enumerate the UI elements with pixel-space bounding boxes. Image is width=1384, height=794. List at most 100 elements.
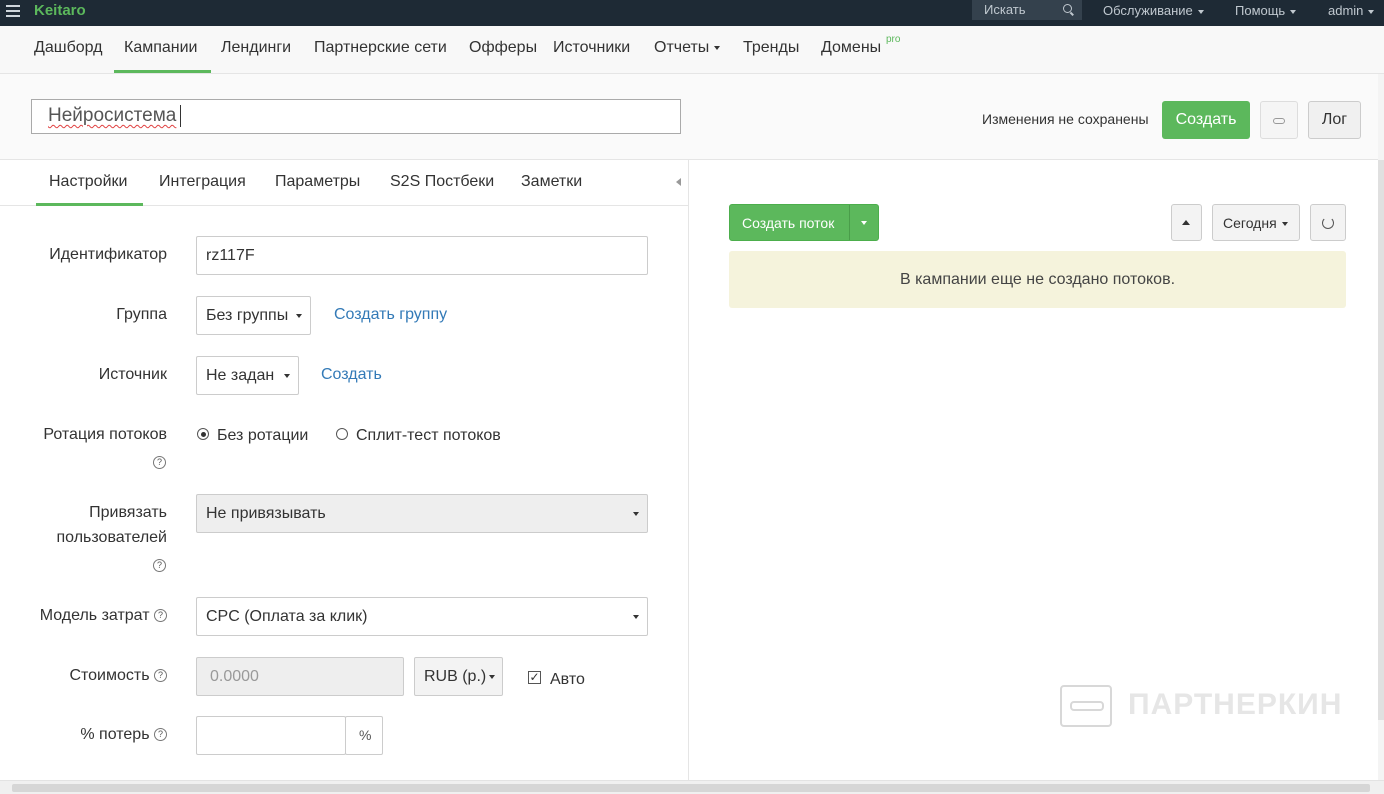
- horizontal-scrollbar-thumb[interactable]: [12, 784, 1370, 792]
- create-source-link[interactable]: Создать: [321, 366, 382, 384]
- bind-users-value: Не привязывать: [206, 505, 326, 522]
- nav-campaigns[interactable]: Кампании: [124, 39, 198, 57]
- menu-user-label: admin: [1328, 3, 1364, 18]
- create-flow-button[interactable]: Создать поток: [729, 204, 879, 241]
- rotation-split-radio[interactable]: [336, 428, 348, 440]
- create-campaign-button[interactable]: Создать: [1162, 101, 1250, 139]
- bind-users-select[interactable]: Не привязывать: [196, 494, 648, 533]
- create-flow-divider: [849, 205, 850, 240]
- menu-maintenance[interactable]: Обслуживание: [1103, 3, 1204, 18]
- bind-users-label-2: пользователей: [56, 529, 168, 546]
- menu-user[interactable]: admin: [1328, 3, 1375, 18]
- tab-integration[interactable]: Интеграция: [159, 173, 246, 191]
- campaign-name-input[interactable]: Нейросистема: [31, 99, 681, 134]
- cost-input[interactable]: 0.0000: [196, 657, 404, 696]
- watermark-text: ПАРТНЕРКИН: [1128, 688, 1343, 721]
- nav-sources[interactable]: Источники: [553, 39, 630, 57]
- loss-label: % потерь ?: [80, 726, 167, 744]
- cost-label-text: Стоимость: [69, 667, 150, 684]
- rotation-help-icon[interactable]: ?: [153, 456, 166, 469]
- vertical-scrollbar-thumb[interactable]: [1378, 160, 1384, 720]
- nav-affiliate-networks[interactable]: Партнерские сети: [314, 39, 447, 57]
- rotation-label: Ротация потоков: [43, 426, 167, 443]
- create-flow-label: Создать поток: [742, 215, 835, 231]
- brand-logo[interactable]: Keitaro: [34, 2, 86, 19]
- nav-landings[interactable]: Лендинги: [221, 39, 291, 57]
- log-button[interactable]: Лог: [1308, 101, 1361, 139]
- nav-trends[interactable]: Тренды: [743, 39, 799, 57]
- nav-offers[interactable]: Офферы: [469, 39, 537, 57]
- nav-domains-label: Домены: [821, 39, 882, 56]
- chevron-down-icon: [1290, 9, 1297, 14]
- create-group-link[interactable]: Создать группу: [334, 306, 447, 324]
- main-nav: Дашборд Кампании Лендинги Партнерские се…: [0, 26, 1384, 74]
- currency-select[interactable]: RUB (р.): [414, 657, 503, 696]
- menu-help[interactable]: Помощь: [1235, 3, 1297, 18]
- date-range-value: Сегодня: [1223, 215, 1277, 231]
- tab-active-indicator: [36, 203, 143, 206]
- menu-maintenance-label: Обслуживание: [1103, 3, 1193, 18]
- refresh-button[interactable]: [1310, 204, 1346, 241]
- tabs-scroll-left-icon[interactable]: [676, 178, 681, 186]
- cost-model-help-icon[interactable]: ?: [154, 609, 167, 623]
- search-input[interactable]: Искать: [972, 0, 1082, 20]
- search-icon[interactable]: [1063, 4, 1072, 13]
- identifier-input[interactable]: rz117F: [196, 236, 648, 275]
- auto-checkbox[interactable]: ✓: [528, 671, 541, 684]
- rotation-none-label[interactable]: Без ротации: [217, 427, 308, 445]
- chevron-down-icon: [1197, 9, 1204, 14]
- chevron-down-icon: [1281, 222, 1288, 227]
- link-icon: [1273, 118, 1285, 124]
- auto-label[interactable]: Авто: [550, 671, 585, 689]
- source-value: Не задан: [206, 367, 275, 384]
- cost-model-select[interactable]: CPC (Оплата за клик): [196, 597, 648, 636]
- currency-value: RUB (р.): [424, 668, 487, 685]
- rotation-none-radio[interactable]: [197, 428, 209, 440]
- menu-help-label: Помощь: [1235, 3, 1286, 18]
- date-range-select[interactable]: Сегодня: [1212, 204, 1300, 241]
- cost-help-icon[interactable]: ?: [154, 669, 167, 683]
- rotation-split-label[interactable]: Сплит-тест потоков: [356, 427, 501, 445]
- loss-unit: %: [345, 716, 383, 755]
- cost-label: Стоимость ?: [69, 667, 167, 685]
- chevron-down-icon[interactable]: [861, 221, 867, 225]
- bind-users-label-1: Привязать: [89, 504, 167, 521]
- source-select[interactable]: Не задан: [196, 356, 299, 395]
- tab-s2s-postbacks[interactable]: S2S Постбеки: [390, 173, 494, 191]
- top-bar: Keitaro Искать Обслуживание Помощь admin: [0, 0, 1384, 26]
- group-value: Без группы: [206, 307, 289, 324]
- nav-reports-label: Отчеты: [654, 39, 710, 56]
- cost-model-label-text: Модель затрат: [39, 607, 150, 624]
- empty-flows-alert: В кампании еще не создано потоков.: [729, 251, 1346, 308]
- settings-tabs: Настройки Интеграция Параметры S2S Постб…: [0, 160, 688, 206]
- bind-users-help-icon[interactable]: ?: [153, 559, 166, 572]
- collapse-button[interactable]: [1171, 204, 1202, 241]
- nav-dashboard[interactable]: Дашборд: [34, 39, 103, 57]
- tab-settings[interactable]: Настройки: [49, 173, 127, 191]
- loss-input[interactable]: [196, 716, 346, 755]
- loss-help-icon[interactable]: ?: [154, 728, 167, 742]
- tab-parameters[interactable]: Параметры: [275, 173, 360, 191]
- hamburger-menu-icon[interactable]: [6, 5, 20, 19]
- chevron-up-icon: [1182, 220, 1190, 225]
- tab-notes[interactable]: Заметки: [521, 173, 582, 191]
- horizontal-scrollbar[interactable]: [0, 780, 1384, 794]
- group-select[interactable]: Без группы: [196, 296, 311, 335]
- refresh-icon: [1322, 217, 1334, 229]
- campaign-name-value: Нейросистема: [48, 105, 177, 127]
- nav-reports[interactable]: Отчеты: [654, 39, 721, 57]
- campaign-header: Нейросистема Изменения не сохранены Созд…: [0, 74, 1384, 160]
- nav-domains[interactable]: Домены pro: [821, 34, 900, 57]
- unsaved-status: Изменения не сохранены: [982, 111, 1149, 127]
- identifier-value: rz117F: [206, 247, 255, 264]
- chevron-down-icon: [633, 512, 639, 516]
- chevron-down-icon: [489, 675, 495, 679]
- identifier-label: Идентификатор: [49, 246, 167, 263]
- chevron-down-icon: [714, 45, 721, 50]
- watermark-glasses-icon: [1070, 701, 1104, 711]
- text-cursor: [180, 105, 182, 127]
- copy-link-button[interactable]: [1260, 101, 1298, 139]
- loss-label-text: % потерь: [80, 726, 150, 743]
- group-label: Группа: [116, 306, 167, 323]
- cost-placeholder: 0.0000: [210, 668, 259, 685]
